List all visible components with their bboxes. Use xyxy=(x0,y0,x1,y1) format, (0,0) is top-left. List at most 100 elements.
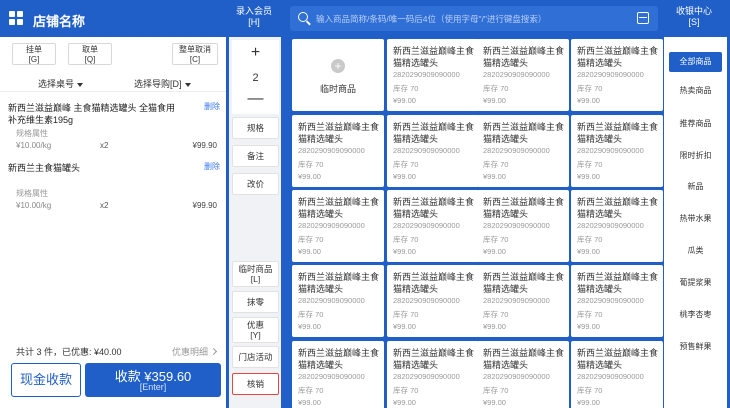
note-button[interactable]: 备注 xyxy=(232,145,279,167)
product-card[interactable]: 新西兰滋益巅峰主食猫精选罐头 2820290909090000 库存 70 ¥99.0… xyxy=(292,341,384,408)
product-card[interactable]: 新西兰滋益巅峰主食猫精选罐头 2820290909090000 库存 70 ¥99.0… xyxy=(477,341,569,408)
product-stock: 库存 70 xyxy=(393,235,419,244)
product-price: ¥99.00 xyxy=(298,172,321,181)
hold-order-label: 挂单 xyxy=(26,45,42,54)
guide-select[interactable]: 选择导购[D] xyxy=(134,77,191,90)
product-card[interactable]: 新西兰滋益巅峰主食猫精选罐头 2820290909090000 库存 70 ¥99.0… xyxy=(571,265,663,337)
cashier-center-button[interactable]: 收银中心 [S] xyxy=(664,6,724,32)
temp-product-card[interactable]: + 临时商品 xyxy=(292,39,384,111)
category-item[interactable]: 葡提浆果 xyxy=(669,273,722,293)
product-price: ¥99.00 xyxy=(298,247,321,256)
plus-icon[interactable]: + xyxy=(232,44,279,62)
search-input[interactable] xyxy=(316,10,616,27)
product-stock: 库存 70 xyxy=(298,386,324,395)
product-card[interactable]: 新西兰滋益巅峰主食猫精选罐头 2820290909090000 库存 70 ¥99.0… xyxy=(387,341,479,408)
hold-order-key: [G] xyxy=(28,55,40,64)
temp-item-label: 临时商品 xyxy=(238,264,273,274)
hold-order-button[interactable]: 挂单 [G] xyxy=(12,43,56,65)
product-code: 2820290909090000 xyxy=(298,221,365,230)
category-item[interactable]: 桃李杏枣 xyxy=(669,305,722,325)
enter-member-button[interactable]: 录入会员 [H] xyxy=(228,6,280,32)
product-code: 2820290909090000 xyxy=(393,221,460,230)
product-stock: 库存 70 xyxy=(577,84,603,93)
product-price: ¥99.00 xyxy=(483,398,506,407)
product-stock: 库存 70 xyxy=(298,235,324,244)
category-item[interactable]: 推荐商品 xyxy=(669,114,722,134)
cancel-order-button[interactable]: 整单取消 [C] xyxy=(172,43,218,65)
product-card[interactable]: 新西兰滋益巅峰主食猫精选罐头 2820290909090000 库存 70 ¥99.0… xyxy=(477,190,569,262)
product-stock: 库存 70 xyxy=(577,235,603,244)
product-card[interactable]: 新西兰滋益巅峰主食猫精选罐头 2820290909090000 库存 70 ¥99.0… xyxy=(477,39,569,111)
product-stock: 库存 70 xyxy=(393,310,419,319)
add-circle-icon: + xyxy=(331,59,345,73)
product-code: 2820290909090000 xyxy=(577,221,644,230)
product-stock: 库存 70 xyxy=(483,386,509,395)
retrieve-order-button[interactable]: 取单 [Q] xyxy=(68,43,112,65)
scan-icon[interactable] xyxy=(637,12,649,24)
quantity-stepper: + 2 — xyxy=(232,40,279,114)
discount-detail-link[interactable]: 优惠明细 xyxy=(172,345,218,358)
temp-item-button[interactable]: 临时商品 [L] xyxy=(232,261,279,287)
product-stock: 库存 70 xyxy=(298,160,324,169)
store-activity-button[interactable]: 门店活动 xyxy=(232,346,279,368)
product-name: 新西兰滋益巅峰主食猫精选罐头 xyxy=(483,348,565,370)
product-name: 新西兰滋益巅峰主食猫精选罐头 xyxy=(577,348,659,370)
order-summary: 共计 3 件，已优惠: ¥40.00 优惠明细 xyxy=(0,342,226,358)
product-code: 2820290909090000 xyxy=(393,146,460,155)
category-item[interactable]: 限时折扣 xyxy=(669,146,722,166)
delete-link[interactable]: 删除 xyxy=(204,161,220,172)
retrieve-order-label: 取单 xyxy=(82,45,98,54)
round-off-button[interactable]: 抹零 xyxy=(232,291,279,313)
category-item[interactable]: 热卖商品 xyxy=(669,81,722,101)
product-code: 2820290909090000 xyxy=(577,70,644,79)
product-card[interactable]: 新西兰滋益巅峰主食猫精选罐头 2820290909090000 库存 70 ¥99.0… xyxy=(571,115,663,187)
cashier-label: 收银中心 xyxy=(675,6,712,16)
cash-payment-button[interactable]: 现金收款 xyxy=(11,363,81,397)
change-price-button[interactable]: 改价 xyxy=(232,173,279,195)
product-name: 新西兰滋益巅峰主食猫精选罐头 xyxy=(577,122,659,144)
checkout-button[interactable]: 收款 ¥359.60 [Enter] xyxy=(85,363,221,397)
product-card[interactable]: 新西兰滋益巅峰主食猫精选罐头 2820290909090000 库存 70 ¥99.0… xyxy=(292,115,384,187)
category-item[interactable]: 热带水果 xyxy=(669,209,722,229)
product-name: 新西兰滋益巅峰主食猫精选罐头 xyxy=(577,272,659,294)
cart-item-spec: 规格属性 xyxy=(16,129,48,138)
product-code: 2820290909090000 xyxy=(483,296,550,305)
product-code: 2820290909090000 xyxy=(393,70,460,79)
cashier-key: [S] xyxy=(688,17,700,27)
product-card[interactable]: 新西兰滋益巅峰主食猫精选罐头 2820290909090000 库存 70 ¥99.0… xyxy=(477,265,569,337)
product-card[interactable]: 新西兰滋益巅峰主食猫精选罐头 2820290909090000 库存 70 ¥99.0… xyxy=(571,341,663,408)
verify-button[interactable]: 核销 xyxy=(232,373,279,395)
discount-button[interactable]: 优惠 [Y] xyxy=(232,317,279,343)
product-card[interactable]: 新西兰滋益巅峰主食猫精选罐头 2820290909090000 库存 70 ¥99.0… xyxy=(387,39,479,111)
table-select[interactable]: 选择桌号 xyxy=(38,77,84,90)
product-card[interactable]: 新西兰滋益巅峰主食猫精选罐头 2820290909090000 库存 70 ¥99.0… xyxy=(571,39,663,111)
category-item[interactable]: 全部商品 xyxy=(669,52,722,72)
product-card[interactable]: 新西兰滋益巅峰主食猫精选罐头 2820290909090000 库存 70 ¥99.0… xyxy=(292,190,384,262)
product-name: 新西兰滋益巅峰主食猫精选罐头 xyxy=(577,197,659,219)
product-code: 2820290909090000 xyxy=(577,372,644,381)
member-key: [H] xyxy=(248,17,260,27)
product-price: ¥99.00 xyxy=(298,322,321,331)
cancel-order-key: [C] xyxy=(189,55,201,64)
product-card[interactable]: 新西兰滋益巅峰主食猫精选罐头 2820290909090000 库存 70 ¥99.0… xyxy=(387,115,479,187)
temp-item-key: [L] xyxy=(250,274,261,284)
product-card[interactable]: 新西兰滋益巅峰主食猫精选罐头 2820290909090000 库存 70 ¥99.0… xyxy=(387,265,479,337)
product-card[interactable]: 新西兰滋益巅峰主食猫精选罐头 2820290909090000 库存 70 ¥99.0… xyxy=(571,190,663,262)
product-card[interactable]: 新西兰滋益巅峰主食猫精选罐头 2820290909090000 库存 70 ¥99.0… xyxy=(387,190,479,262)
discount-label: 优惠 xyxy=(246,320,264,330)
order-panel: 挂单 [G] 取单 [Q] 整单取消 [C] 选择桌号 选择导购[D] 新西兰滋… xyxy=(0,37,226,408)
spec-button[interactable]: 规格 xyxy=(232,117,279,139)
product-code: 2820290909090000 xyxy=(393,296,460,305)
product-price: ¥99.00 xyxy=(577,247,600,256)
search-bar[interactable] xyxy=(290,6,658,31)
category-item[interactable]: 新品 xyxy=(669,177,722,197)
cart-item-name: 新西兰滋益巅峰 主食猫精选罐头 全猫食用补充维生素195g xyxy=(8,103,176,125)
category-item[interactable]: 预售鲜果 xyxy=(669,337,722,357)
category-item[interactable]: 瓜类 xyxy=(669,241,722,261)
minus-icon[interactable]: — xyxy=(232,90,279,108)
delete-link[interactable]: 删除 xyxy=(204,101,220,112)
checkout-key: [Enter] xyxy=(139,382,167,392)
product-card[interactable]: 新西兰滋益巅峰主食猫精选罐头 2820290909090000 库存 70 ¥99.0… xyxy=(477,115,569,187)
product-card[interactable]: 新西兰滋益巅峰主食猫精选罐头 2820290909090000 库存 70 ¥99.0… xyxy=(292,265,384,337)
product-name: 新西兰滋益巅峰主食猫精选罐头 xyxy=(298,122,380,144)
